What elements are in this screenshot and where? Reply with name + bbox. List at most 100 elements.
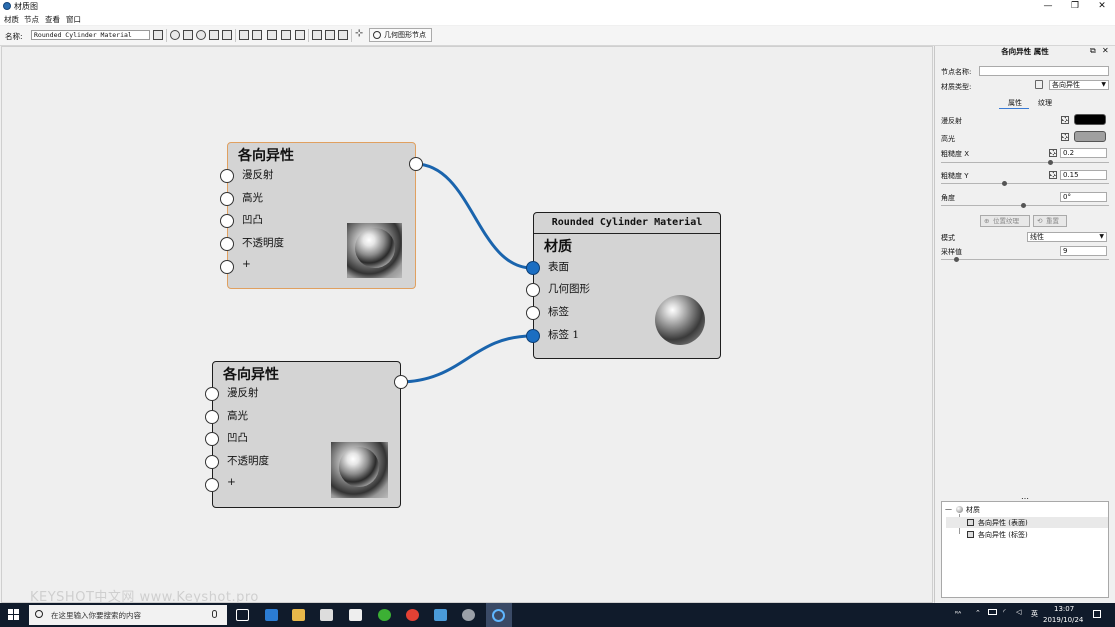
menu-node[interactable]: 节点 <box>24 14 39 25</box>
menu-window[interactable]: 窗口 <box>66 14 81 25</box>
texture-checker-icon[interactable] <box>1061 133 1069 141</box>
panel-title: 各向异性 属性 <box>1001 47 1049 56</box>
input-port-add[interactable] <box>205 478 219 492</box>
arrange-icon[interactable] <box>312 30 322 40</box>
delete-icon[interactable] <box>252 30 262 40</box>
trash-icon[interactable] <box>1035 80 1043 89</box>
panel-splitter-handle[interactable]: … <box>1021 492 1029 501</box>
save-icon[interactable] <box>153 30 163 40</box>
anisotropic-node-icon <box>967 519 974 526</box>
samples-slider[interactable] <box>941 259 1109 260</box>
tray-expand-icon[interactable]: ⌃ <box>975 609 981 617</box>
input-port-specular[interactable] <box>205 410 219 424</box>
material-name-input[interactable]: Rounded Cylinder Material <box>31 30 150 40</box>
wifi-icon[interactable]: ◜ <box>1003 608 1006 616</box>
microphone-icon[interactable] <box>212 610 217 618</box>
tree-collapse-icon[interactable]: — <box>945 505 952 513</box>
store-icon[interactable] <box>320 609 333 621</box>
samples-slider-knob[interactable] <box>954 257 959 262</box>
adjust-icon[interactable] <box>209 30 219 40</box>
keyshot-taskbar-button[interactable] <box>486 603 512 627</box>
app-icon[interactable] <box>462 609 475 621</box>
diffuse-color-swatch[interactable] <box>1074 114 1106 125</box>
tab-properties[interactable]: 属性 <box>1008 98 1022 108</box>
float-panel-icon[interactable]: ⧉ <box>1090 46 1096 56</box>
geometry-node-button[interactable]: 几何图形节点 <box>369 28 432 42</box>
samples-input[interactable]: 9 <box>1060 246 1107 256</box>
start-button[interactable] <box>8 609 20 621</box>
fit-view-icon[interactable] <box>325 30 335 40</box>
input-port-specular[interactable] <box>220 192 234 206</box>
node-name-input[interactable] <box>979 66 1109 76</box>
clock-date[interactable]: 2019/10/24 <box>1043 616 1083 624</box>
taskbar-search-box[interactable]: 在这里输入你要搜索的内容 <box>29 605 227 625</box>
close-button[interactable]: ✕ <box>1089 0 1115 13</box>
edge-icon[interactable] <box>265 609 278 621</box>
input-port-bump[interactable] <box>220 214 234 228</box>
tab-texture[interactable]: 纹理 <box>1038 98 1052 108</box>
reset-button[interactable]: ⟲ 重置 <box>1033 215 1067 227</box>
tree-root-material[interactable]: 材质 <box>966 505 980 515</box>
roughness-x-slider[interactable] <box>941 162 1109 163</box>
roughness-x-slider-knob[interactable] <box>1048 160 1053 165</box>
input-port-surface[interactable] <box>526 261 540 275</box>
tree-item-surface[interactable]: 各向异性 (表面) <box>978 518 1028 528</box>
input-port-bump[interactable] <box>205 432 219 446</box>
input-port-label-1[interactable] <box>526 329 540 343</box>
input-port-add[interactable] <box>220 260 234 274</box>
texture-checker-icon[interactable] <box>1061 116 1069 124</box>
app-icon[interactable] <box>434 609 447 621</box>
output-port[interactable] <box>394 375 408 389</box>
position-texture-button[interactable]: ⊕ 位置纹理 <box>980 215 1030 227</box>
unlink-nodes-icon[interactable] <box>281 30 291 40</box>
people-icon[interactable]: ᴿᴬ <box>955 610 961 618</box>
target-icon[interactable] <box>196 30 206 40</box>
notifications-icon[interactable] <box>1093 610 1101 618</box>
frame-icon[interactable] <box>338 30 348 40</box>
ime-indicator[interactable]: 英 <box>1031 609 1038 619</box>
input-port-diffuse[interactable] <box>220 169 234 183</box>
texture-checker-icon[interactable] <box>1049 171 1057 179</box>
battery-icon[interactable] <box>988 609 997 615</box>
output-port[interactable] <box>409 157 423 171</box>
roughness-y-input[interactable]: 0.15 <box>1060 170 1107 180</box>
anisotropic-node-1[interactable]: 各向异性 漫反射 高光 凹凸 不透明度 + <box>220 142 423 289</box>
menu-view[interactable]: 查看 <box>45 14 60 25</box>
file-explorer-icon[interactable] <box>292 609 305 621</box>
copy-icon[interactable] <box>239 30 249 40</box>
task-view-icon[interactable] <box>236 609 249 621</box>
angle-input[interactable]: 0° <box>1060 192 1107 202</box>
node-graph-canvas[interactable]: 各向异性 漫反射 高光 凹凸 不透明度 + 各向异性 漫反射 高光 凹凸 不透明… <box>1 46 933 603</box>
mail-icon[interactable] <box>349 609 362 621</box>
angle-slider-knob[interactable] <box>1021 203 1026 208</box>
preview-icon[interactable] <box>170 30 180 40</box>
input-port-label[interactable] <box>526 306 540 320</box>
input-port-geometry[interactable] <box>526 283 540 297</box>
minimize-button[interactable]: — <box>1035 0 1061 13</box>
duplicate-icon[interactable] <box>295 30 305 40</box>
volume-icon[interactable]: ◁ <box>1016 608 1021 616</box>
tree-item-label[interactable]: 各向异性 (标签) <box>978 530 1028 540</box>
roughness-y-slider[interactable] <box>941 183 1109 184</box>
lock-icon[interactable] <box>222 30 232 40</box>
texture-checker-icon[interactable] <box>1049 149 1057 157</box>
clock-time[interactable]: 13:07 <box>1054 605 1074 613</box>
material-node[interactable]: Rounded Cylinder Material 材质 表面 几何图形 标签 … <box>526 212 721 359</box>
link-nodes-icon[interactable] <box>267 30 277 40</box>
material-type-select[interactable]: 各向异性 ▼ <box>1049 80 1109 90</box>
layout-icon[interactable] <box>183 30 193 40</box>
menu-material[interactable]: 材质 <box>4 14 19 25</box>
connect-icon[interactable]: ⊹ <box>355 29 365 40</box>
close-panel-icon[interactable]: ✕ <box>1102 46 1109 55</box>
input-port-opacity[interactable] <box>205 455 219 469</box>
maximize-button[interactable]: ❐ <box>1062 0 1088 13</box>
input-port-opacity[interactable] <box>220 237 234 251</box>
chrome-icon[interactable] <box>406 609 419 621</box>
input-port-diffuse[interactable] <box>205 387 219 401</box>
roughness-x-input[interactable]: 0.2 <box>1060 148 1107 158</box>
mode-select[interactable]: 线性 ▼ <box>1027 232 1107 242</box>
wechat-icon[interactable] <box>378 609 391 621</box>
roughness-y-slider-knob[interactable] <box>1002 181 1007 186</box>
anisotropic-node-2[interactable]: 各向异性 漫反射 高光 凹凸 不透明度 + <box>205 361 408 508</box>
specular-color-swatch[interactable] <box>1074 131 1106 142</box>
